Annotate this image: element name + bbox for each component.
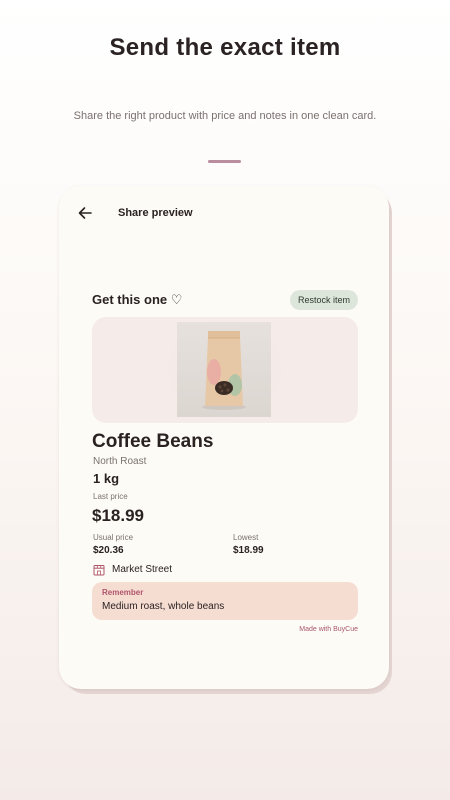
usual-price-value: $20.36 [93,545,124,556]
accent-divider [208,160,241,163]
card-title: Get this one ♡ [92,292,183,307]
last-price-value: $18.99 [92,506,144,525]
lowest-price-label: Lowest [233,533,259,542]
product-variant: North Roast [93,456,147,467]
product-image-panel [92,317,358,423]
store-name: Market Street [112,563,173,575]
usual-price-label: Usual price [93,533,134,542]
made-with-footer: Made with BuyCue [299,626,358,633]
restock-item-button[interactable]: Restock item [289,290,358,310]
storefront-icon [93,563,105,576]
product-quantity: 1 kg [93,471,120,486]
last-price-label: Last price [93,492,128,501]
hero-title: Send the exact item [109,34,341,61]
arrow-left-icon[interactable] [76,204,94,222]
note-label: Remember [102,588,144,597]
coffee-bag-photo [177,322,271,417]
product-name: Coffee Beans [92,431,214,452]
phone-screen: Share preview Get this one ♡ Restock ite… [59,186,389,689]
screen-title: Share preview [118,207,193,219]
hero-subtitle: Share the right product with price and n… [73,110,377,122]
card-header: Get this one ♡ Restock item [92,290,358,310]
note-text: Medium roast, whole beans [102,601,225,612]
lowest-price-value: $18.99 [233,545,264,556]
store-row: Market Street [93,563,173,576]
top-bar: Share preview [76,203,193,223]
note-box: Remember Medium roast, whole beans [92,582,358,620]
